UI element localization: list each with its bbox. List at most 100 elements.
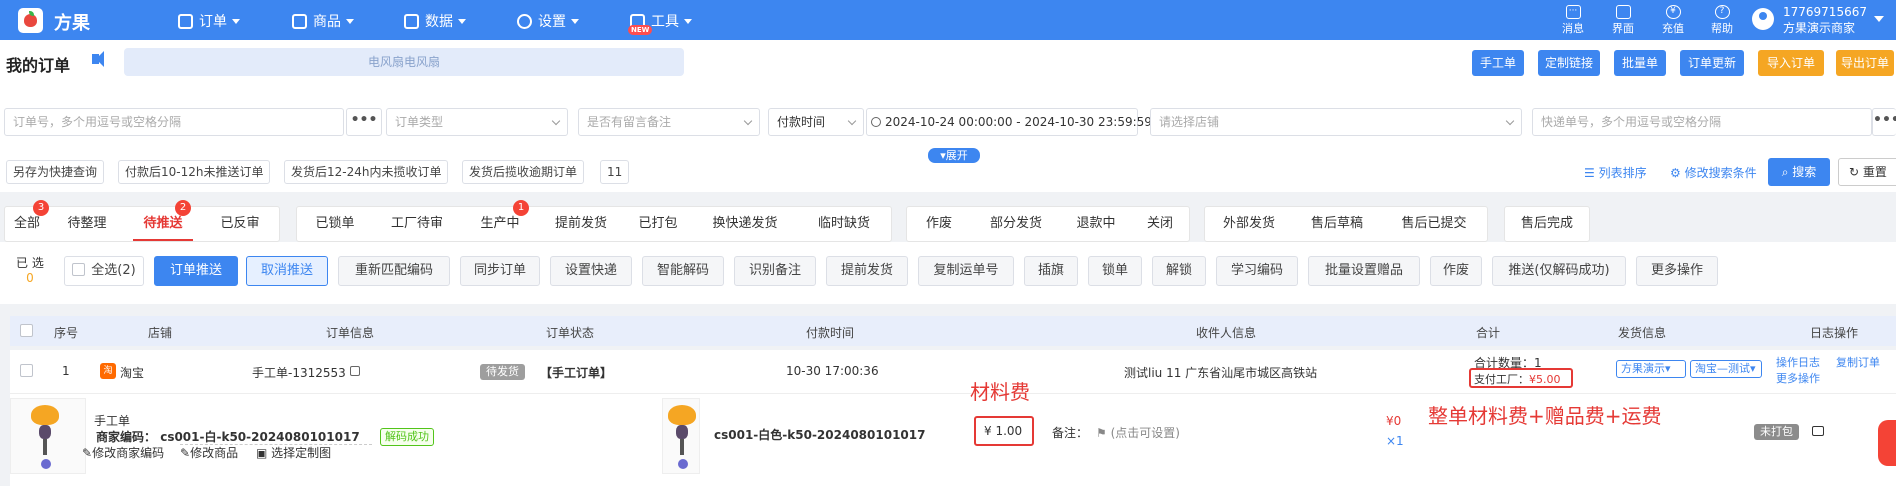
express-no-input[interactable]: 快递单号，多个用逗号或空格分隔 <box>1532 108 1872 136</box>
select-all-checkbox[interactable]: 全选(2) <box>64 256 144 286</box>
nav-orders[interactable]: 订单 <box>178 11 240 31</box>
ship-shop-select[interactable]: 淘宝—测试▾ <box>1690 360 1762 378</box>
copy-icon[interactable] <box>350 366 360 376</box>
sync-orders-button[interactable]: 同步订单 <box>460 256 540 286</box>
remark-select[interactable]: 是否有留言备注 <box>578 108 760 136</box>
tab-to-push[interactable]: 待推送 2 <box>125 200 201 241</box>
caret-down-icon <box>571 18 579 24</box>
list-sort-button[interactable]: ☰ 列表排序 <box>1584 164 1647 181</box>
order-no-input[interactable]: 订单号，多个用逗号或空格分隔 <box>4 108 344 136</box>
order-no-more-button[interactable]: ••• <box>346 108 382 136</box>
quick-filter-11[interactable]: 11 <box>600 160 630 184</box>
batch-gift-button[interactable]: 批量设置赠品 <box>1308 256 1420 286</box>
tab-all[interactable]: 全部 3 <box>5 200 49 241</box>
tab-early-ship[interactable]: 提前发货 <box>539 207 623 241</box>
tab-reverse-reviewed[interactable]: 已反审 <box>201 207 279 241</box>
push-orders-button[interactable]: 订单推送 <box>154 256 238 286</box>
chart-icon <box>404 13 419 29</box>
shop-select[interactable]: 请选择店铺 <box>1150 108 1522 136</box>
select-all-rows-checkbox[interactable] <box>20 324 33 337</box>
void-button[interactable]: 作废 <box>1430 256 1482 286</box>
col-log-ops: 日志操作 <box>1810 326 1859 340</box>
flag-icon: ⚑ <box>1096 426 1111 440</box>
tab-locked[interactable]: 已锁单 <box>297 207 373 241</box>
tab-aftersale-draft[interactable]: 售后草稿 <box>1293 207 1381 241</box>
update-orders-button[interactable]: 订单更新 <box>1680 50 1744 76</box>
material-fee: ¥ 1.00 <box>984 424 1023 438</box>
product-thumbnail[interactable] <box>10 398 86 474</box>
save-quick-query-button[interactable]: 另存为快捷查询 <box>6 160 105 184</box>
tab-aftersale-done[interactable]: 售后完成 <box>1505 207 1589 241</box>
tab-aftersale-submitted[interactable]: 售后已提交 <box>1381 207 1487 241</box>
user-avatar-icon[interactable] <box>1752 8 1774 30</box>
tab-out-of-stock[interactable]: 临时缺货 <box>797 207 891 241</box>
expand-filters-button[interactable]: ▾展开 <box>928 148 980 163</box>
edit-product-link[interactable]: ✎修改商品 <box>180 444 238 461</box>
learn-code-button[interactable]: 学习编码 <box>1216 256 1298 286</box>
tab-voided[interactable]: 作废 <box>907 207 971 241</box>
smart-decode-button[interactable]: 智能解码 <box>642 256 724 286</box>
more-ops-link[interactable]: 更多操作 <box>1776 370 1820 386</box>
nav-recharge[interactable]: ¥ 充值 <box>1656 3 1690 36</box>
rematch-code-button[interactable]: 重新匹配编码 <box>338 256 450 286</box>
batch-order-button[interactable]: 批量单 <box>1614 50 1666 76</box>
apple-logo-icon[interactable] <box>18 8 43 33</box>
copy-order-link[interactable]: 复制订单 <box>1836 354 1880 370</box>
early-ship-button[interactable]: 提前发货 <box>826 256 908 286</box>
edit-search-conditions-button[interactable]: ⚙ 修改搜索条件 <box>1670 164 1757 181</box>
push-decoded-button[interactable]: 推送(仅解码成功) <box>1492 256 1626 286</box>
tab-in-production[interactable]: 生产中 1 <box>461 200 539 241</box>
edit-merchant-code-link[interactable]: ✎修改商家编码 <box>82 444 164 461</box>
lock-icon[interactable] <box>1812 426 1824 436</box>
import-orders-button[interactable]: 导入订单 <box>1758 50 1824 76</box>
time-type-select[interactable]: 付款时间 <box>768 108 864 136</box>
nav-messages[interactable]: ··· 消息 <box>1556 3 1590 36</box>
tab-change-express[interactable]: 换快递发货 <box>693 207 797 241</box>
lock-order-button[interactable]: 锁单 <box>1088 256 1142 286</box>
quick-filter-uncollected[interactable]: 发货后12-24h内未揽收订单 <box>284 160 449 184</box>
tab-packed[interactable]: 已打包 <box>623 207 693 241</box>
tab-factory-review[interactable]: 工厂待审 <box>373 207 461 241</box>
tab-refunding[interactable]: 退款中 <box>1061 207 1131 241</box>
custom-link-button[interactable]: 定制链接 <box>1538 50 1600 76</box>
account-caret-icon[interactable] <box>1874 16 1884 22</box>
manual-order-button[interactable]: 手工单 <box>1472 50 1524 76</box>
flag-button[interactable]: 插旗 <box>1024 256 1078 286</box>
row-checkbox[interactable] <box>20 364 33 377</box>
tab-external-ship[interactable]: 外部发货 <box>1205 207 1293 241</box>
account-menu[interactable]: 17769715667 方果演示商家 <box>1783 4 1867 36</box>
tab-to-organize[interactable]: 待整理 <box>49 207 125 241</box>
caret-down-icon <box>684 18 692 24</box>
choose-custom-image-link[interactable]: ▣ 选择定制图 <box>256 444 331 461</box>
export-orders-button[interactable]: 导出订单 <box>1836 50 1894 76</box>
date-range-picker[interactable]: 2024-10-24 00:00:00 - 2024-10-30 23:59:5… <box>866 108 1152 136</box>
unlock-button[interactable]: 解锁 <box>1152 256 1206 286</box>
ship-factory-select[interactable]: 方果演示▾ <box>1616 360 1686 378</box>
set-express-button[interactable]: 设置快递 <box>550 256 632 286</box>
remark-edit-link[interactable]: ⚑ (点击可设置) <box>1096 424 1180 441</box>
reset-button[interactable]: ↻ 重置 <box>1838 158 1896 186</box>
identify-remark-button[interactable]: 识别备注 <box>734 256 816 286</box>
nav-help[interactable]: ? 帮助 <box>1705 3 1739 36</box>
order-type-select[interactable]: 订单类型 <box>386 108 568 136</box>
cancel-push-button[interactable]: 取消推送 <box>246 256 328 286</box>
nav-theme[interactable]: 界面 <box>1606 3 1640 36</box>
floating-service-button[interactable] <box>1878 420 1896 466</box>
quick-filter-overdue[interactable]: 发货后揽收逾期订单 <box>462 160 585 184</box>
operation-log-link[interactable]: 操作日志 <box>1776 354 1820 370</box>
material-fee-annotation: 材料费 <box>970 380 1030 404</box>
nav-settings[interactable]: 设置 <box>517 11 579 31</box>
sku-thumbnail[interactable] <box>662 398 700 474</box>
selected-count: 已 选0 <box>16 256 44 285</box>
nav-products[interactable]: 商品 <box>292 11 354 31</box>
tab-partial-ship[interactable]: 部分发货 <box>971 207 1061 241</box>
express-no-more-button[interactable]: ••• <box>1872 108 1896 136</box>
more-actions-button[interactable]: 更多操作 <box>1636 256 1718 286</box>
nav-data[interactable]: 数据 <box>404 11 466 31</box>
tab-closed[interactable]: 关闭 <box>1131 207 1189 241</box>
copy-waybill-button[interactable]: 复制运单号 <box>918 256 1014 286</box>
order-number[interactable]: 手工单-1312553 <box>252 364 346 381</box>
quick-filter-unpushed[interactable]: 付款后10-12h未推送订单 <box>118 160 271 184</box>
brand-name[interactable]: 方果 <box>54 9 90 35</box>
search-button[interactable]: ⌕ 搜索 <box>1768 158 1830 186</box>
